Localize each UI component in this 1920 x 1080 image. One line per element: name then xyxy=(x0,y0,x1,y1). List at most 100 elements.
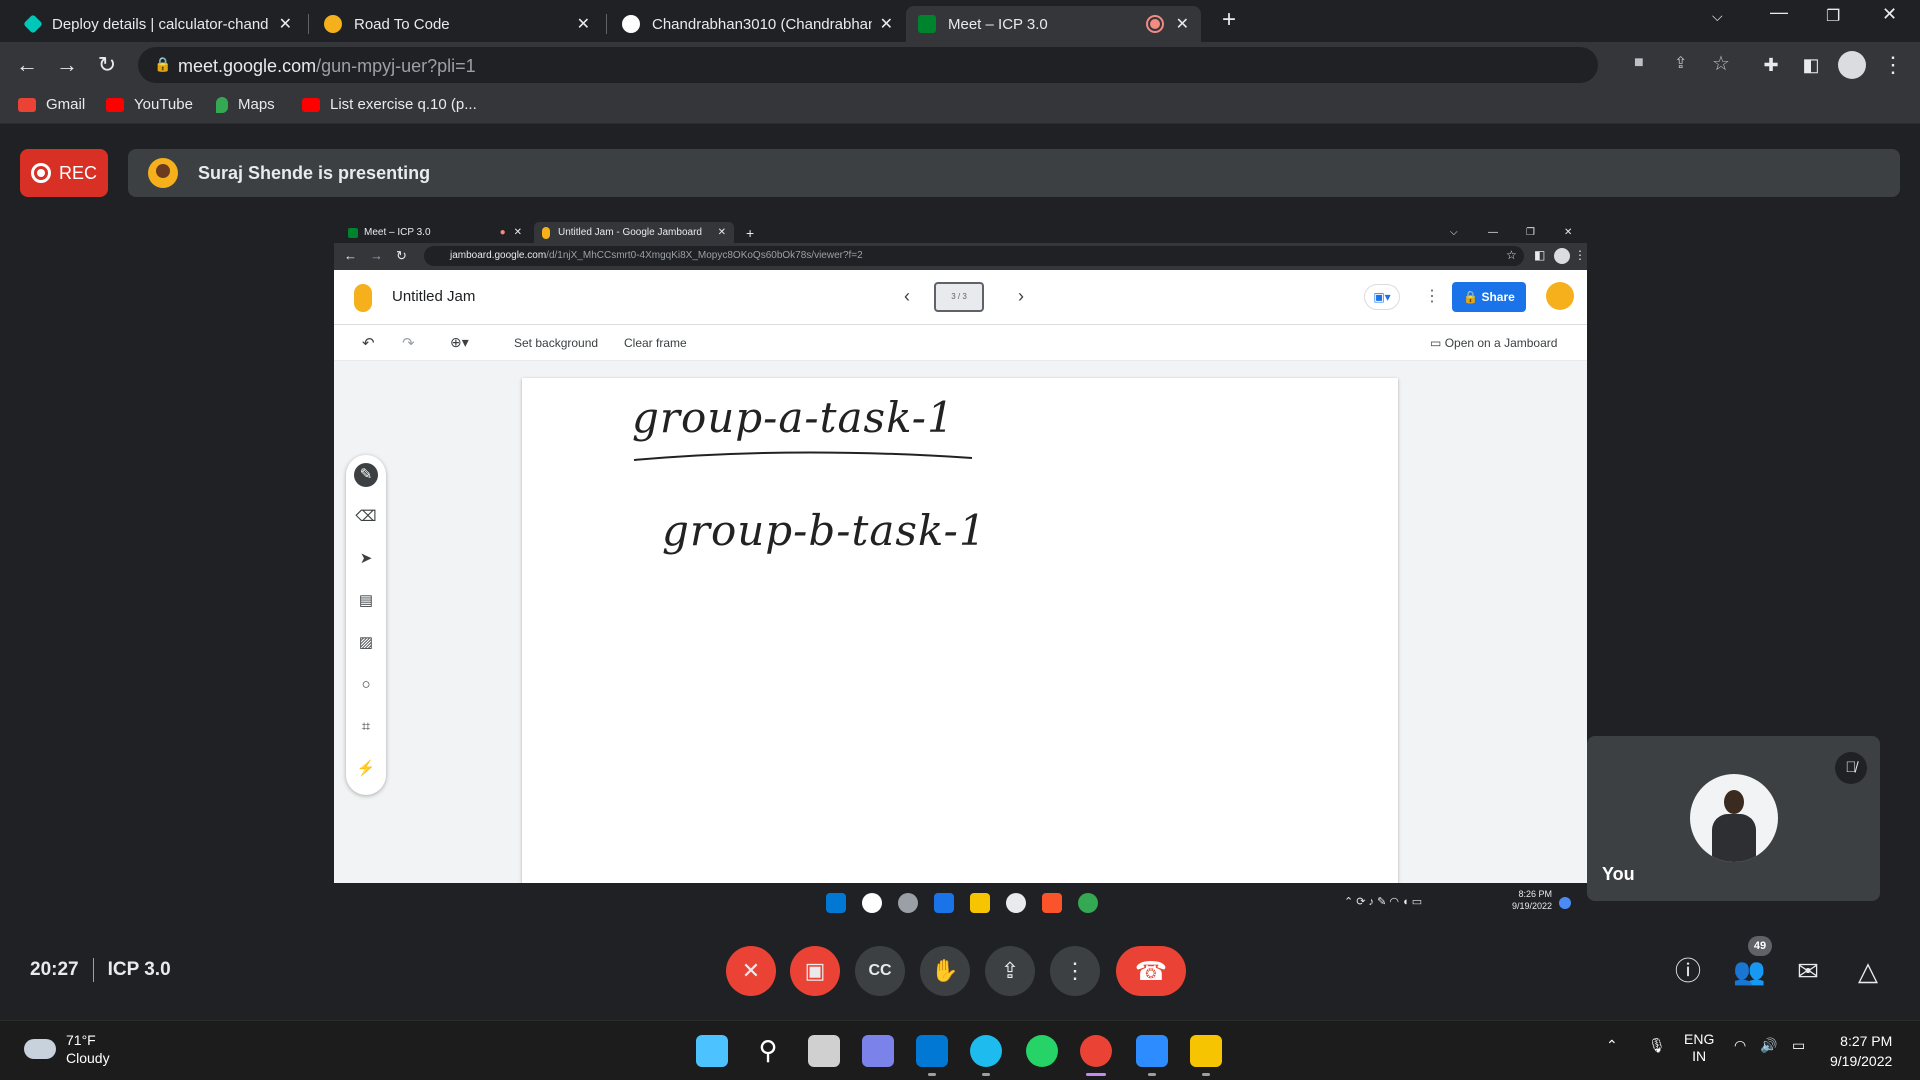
present-screen-button[interactable]: ⇪ xyxy=(985,946,1035,996)
frame-navigator: ‹ 3 / 3 › xyxy=(882,280,1052,316)
close-window-icon[interactable]: ✕ xyxy=(1882,4,1897,25)
back-arrow-icon[interactable]: ← xyxy=(12,50,42,80)
circle-tool-icon: ○ xyxy=(361,676,371,693)
captions-button[interactable]: CC xyxy=(855,946,905,996)
shared-address-row: ← → ↻ jamboard.google.com/d/1njX_MhCCsmr… xyxy=(334,243,1587,270)
vscode-icon[interactable] xyxy=(916,1035,948,1076)
bookmark-star-icon: ☆ xyxy=(1506,248,1517,262)
browser-toolbar: ← → ↻ 🔒 meet.google.com/gun-mpyj-uer?pli… xyxy=(0,42,1920,88)
chrome-icon xyxy=(1078,893,1098,913)
github-icon xyxy=(622,15,640,33)
app-icon xyxy=(1006,893,1026,913)
microphone-icon[interactable]: 🎙 xyxy=(1648,1037,1666,1054)
task-view-icon[interactable] xyxy=(808,1035,840,1067)
activities-icon[interactable]: △ xyxy=(1852,955,1884,987)
camera-in-use-icon[interactable]: ■ xyxy=(1634,54,1644,72)
address-bar[interactable]: 🔒 meet.google.com/gun-mpyj-uer?pli=1 ■ ⇪… xyxy=(138,47,1730,83)
app-icon xyxy=(862,893,882,913)
presenter-banner: Suraj Shende is presenting xyxy=(128,149,1900,197)
search-icon[interactable]: ⚲ xyxy=(752,1035,784,1067)
clear-frame-button: Clear frame xyxy=(624,336,687,350)
tab-github[interactable]: Chandrabhan3010 (Chandrabhan ✕ xyxy=(610,6,905,42)
whatsapp-icon[interactable] xyxy=(1026,1035,1058,1067)
google-meet-icon xyxy=(348,227,358,238)
chat-icon[interactable]: ✉ xyxy=(1792,955,1824,987)
mic-off-icon: 🎙̸ xyxy=(1835,752,1867,784)
meeting-details-icon[interactable]: ⓘ xyxy=(1672,955,1704,987)
self-label: You xyxy=(1602,864,1635,884)
bookmark-maps[interactable]: Maps xyxy=(216,96,275,113)
windows-taskbar: 71°F Cloudy ⚲ ⌃ 🎙 ENG IN ◠ 🔊 ▭ 8:27 PM 9/1… xyxy=(0,1020,1920,1080)
shared-tab-jamboard: Untitled Jam - Google Jamboard ✕ xyxy=(534,222,734,243)
browser-tab-strip: Deploy details | calculator-chand ✕ Road… xyxy=(0,0,1920,42)
maps-pin-icon xyxy=(216,96,228,113)
show-hidden-icons[interactable]: ⌃ xyxy=(1606,1037,1618,1054)
next-frame-icon: › xyxy=(1018,286,1024,306)
weather-widget[interactable]: 71°F Cloudy xyxy=(24,1031,110,1067)
bookmark-gmail[interactable]: Gmail xyxy=(18,96,85,113)
select-tool-icon: ➤ xyxy=(359,550,373,567)
wifi-icon[interactable]: ◠ xyxy=(1734,1037,1746,1054)
zoom-icon[interactable] xyxy=(1136,1035,1168,1076)
tab-meet[interactable]: Meet – ICP 3.0 ✕ xyxy=(906,6,1201,42)
restore-icon: ❐ xyxy=(1526,227,1535,238)
more-options-button[interactable]: ⋮ xyxy=(1050,946,1100,996)
redo-icon: ↷ xyxy=(402,335,415,352)
zoom-icon: ⊕▾ xyxy=(450,334,469,350)
edge-icon[interactable] xyxy=(970,1035,1002,1076)
self-view-tile[interactable]: You 🎙̸ xyxy=(1587,736,1880,901)
new-tab-button[interactable]: + xyxy=(1222,6,1236,34)
profile-avatar[interactable] xyxy=(1838,51,1866,79)
jamboard-tools-panel: ✎ ⌫ ➤ ▤ ▨ ○ ⌗ ⚡ xyxy=(346,455,386,795)
pen-tool-icon: ✎ xyxy=(354,463,378,487)
more-options-icon: ⋮ xyxy=(1424,288,1440,305)
windows-start-icon[interactable] xyxy=(696,1035,728,1067)
close-tab-icon[interactable]: ✕ xyxy=(279,14,292,34)
close-tab-icon[interactable]: ✕ xyxy=(577,14,590,34)
camera-off-button[interactable]: ▣ xyxy=(790,946,840,996)
battery-icon[interactable]: ▭ xyxy=(1792,1037,1805,1054)
file-explorer-icon[interactable] xyxy=(1190,1035,1222,1076)
chrome-icon[interactable] xyxy=(1080,1035,1112,1076)
tab-search-icon: ⌵ xyxy=(1450,227,1458,238)
shared-tab-strip: Meet – ICP 3.0 ● ✕ Untitled Jam - Google… xyxy=(334,219,1587,243)
share-page-icon[interactable]: ⇪ xyxy=(1674,53,1687,73)
extensions-icon[interactable]: ✚ xyxy=(1756,50,1786,80)
restore-icon[interactable]: ❐ xyxy=(1826,6,1840,26)
people-icon[interactable]: 👥 xyxy=(1733,955,1765,987)
reload-icon[interactable]: ↻ xyxy=(92,50,122,80)
user-avatar xyxy=(1546,282,1574,310)
leave-call-button[interactable]: ☎ xyxy=(1116,946,1186,996)
text-box-icon: ⌗ xyxy=(361,718,371,735)
bookmark-star-icon[interactable]: ☆ xyxy=(1712,51,1730,76)
tab-search-icon[interactable]: ⌵ xyxy=(1712,8,1723,25)
back-arrow-icon: ← xyxy=(344,248,357,263)
present-icon: ▣▾ xyxy=(1364,284,1400,310)
clock-date: 9/19/2022 xyxy=(1830,1053,1893,1069)
presenter-text: Suraj Shende is presenting xyxy=(198,162,431,183)
forward-arrow-icon[interactable]: → xyxy=(52,50,82,80)
volume-icon[interactable]: 🔊 xyxy=(1760,1037,1777,1054)
language-indicator[interactable]: ENG IN xyxy=(1684,1031,1714,1065)
taskbar-clock[interactable]: 8:27 PM 9/19/2022 xyxy=(1830,1031,1892,1071)
tab-road-to-code[interactable]: Road To Code ✕ xyxy=(312,6,602,42)
close-tab-icon[interactable]: ✕ xyxy=(1176,14,1189,34)
folder-icon xyxy=(970,893,990,913)
side-panel-icon[interactable]: ◧ xyxy=(1796,50,1826,80)
teams-chat-icon[interactable] xyxy=(862,1035,894,1067)
minimize-icon[interactable]: — xyxy=(1770,2,1788,23)
mail-icon xyxy=(934,893,954,913)
bookmark-youtube[interactable]: YouTube xyxy=(106,96,193,113)
chrome-menu-icon: ⋮ xyxy=(1574,248,1586,262)
weather-temp: 71°F xyxy=(66,1032,96,1048)
tab-deploy-details[interactable]: Deploy details | calculator-chand ✕ xyxy=(14,6,304,42)
google-meet-icon xyxy=(918,15,936,33)
url-host: meet.google.com xyxy=(178,56,317,76)
chrome-menu-icon[interactable]: ⋮ xyxy=(1878,50,1908,80)
share-button: 🔒 Share xyxy=(1452,282,1526,312)
record-icon xyxy=(30,163,51,183)
bookmark-list-exercise[interactable]: List exercise q.10 (p... xyxy=(302,96,477,113)
mic-off-button[interactable]: ✕ xyxy=(726,946,776,996)
close-tab-icon[interactable]: ✕ xyxy=(880,14,893,34)
raise-hand-button[interactable]: ✋ xyxy=(920,946,970,996)
